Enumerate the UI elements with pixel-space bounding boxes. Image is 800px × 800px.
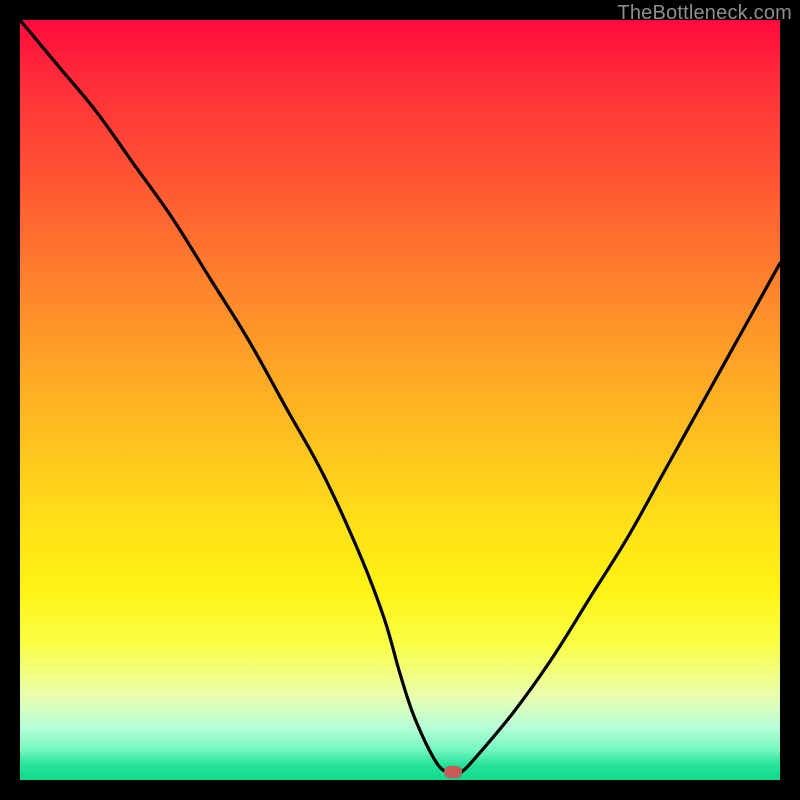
chart-container: TheBottleneck.com	[0, 0, 800, 800]
plot-area	[20, 20, 780, 780]
curve-svg	[20, 20, 780, 780]
bottleneck-curve	[20, 20, 780, 774]
optimal-point-marker	[444, 766, 462, 778]
